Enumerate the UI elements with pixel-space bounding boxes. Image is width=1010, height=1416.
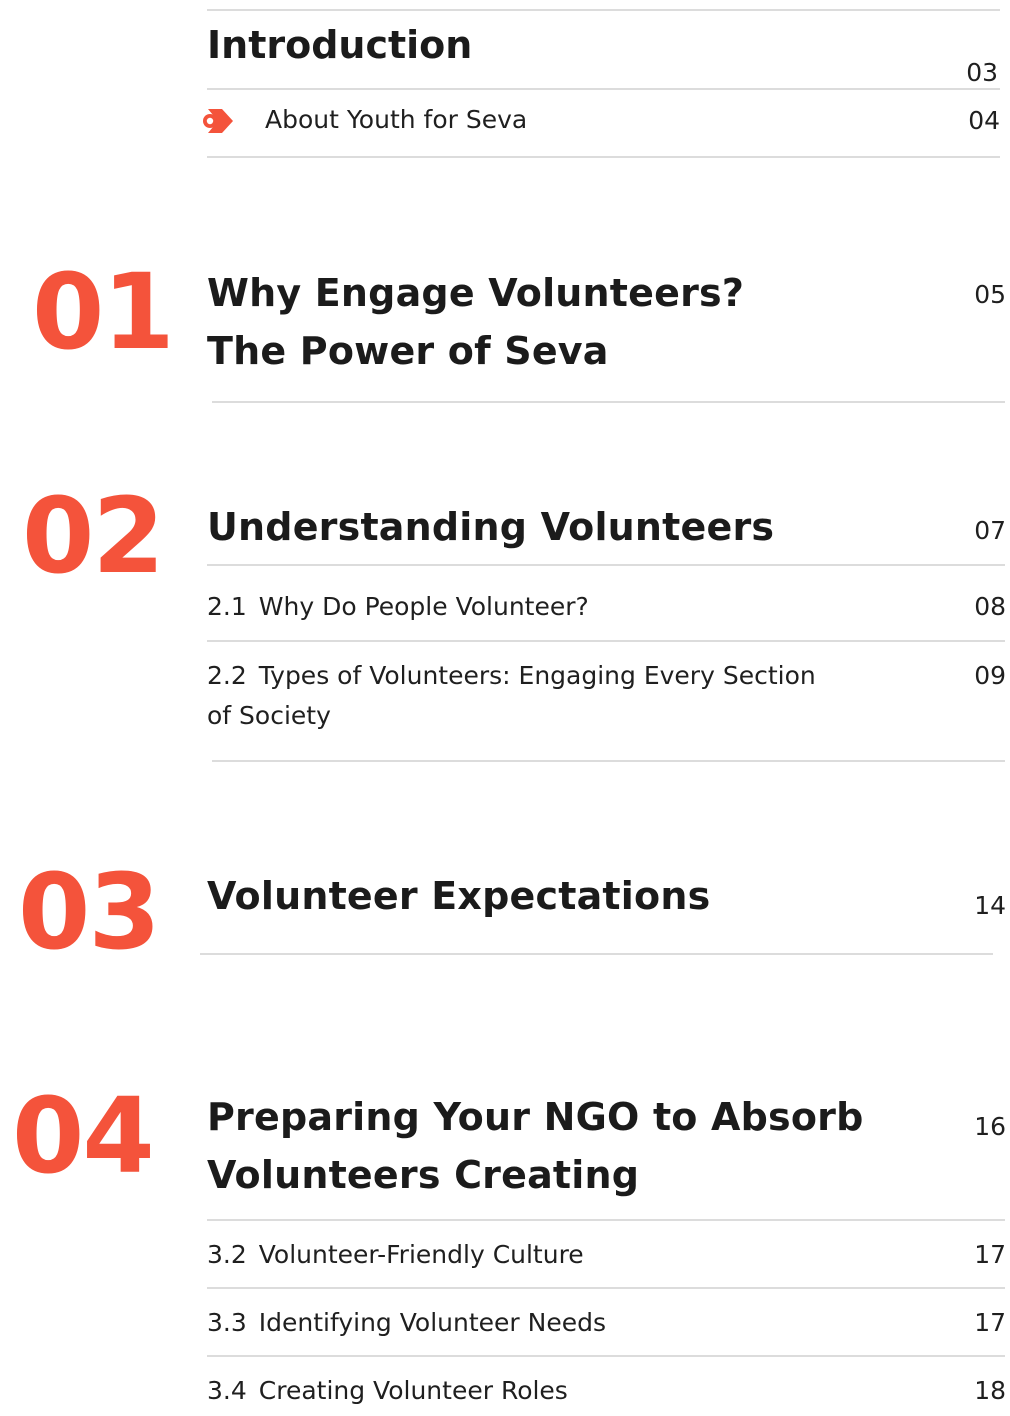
intro-bottom-divider xyxy=(207,156,1000,158)
toc-entry-number: 3.4 xyxy=(207,1376,247,1405)
intro-divider xyxy=(207,88,1000,90)
toc-entry[interactable]: 2.2 Types of Volunteers: Engaging Every S… xyxy=(207,656,887,736)
chapter-title[interactable]: Preparing Your NGO to Absorb Volunteers … xyxy=(207,1088,864,1204)
chapter-number: 04 xyxy=(12,1075,155,1197)
chapter-divider xyxy=(207,1219,1005,1221)
toc-entry-about-youth-for-seva[interactable]: About Youth for Seva xyxy=(265,100,527,140)
chapter-title[interactable]: Why Engage Volunteers? The Power of Seva xyxy=(207,264,744,380)
toc-entry[interactable]: 3.2 Volunteer-Friendly Culture xyxy=(207,1235,584,1275)
chapter-page-number[interactable]: 05 xyxy=(974,280,1006,310)
chapter-divider xyxy=(212,401,1005,403)
toc-entry-number: 2.2 xyxy=(207,661,247,690)
chapter-title[interactable]: Understanding Volunteers xyxy=(207,498,774,556)
about-page-number[interactable]: 04 xyxy=(968,106,1000,136)
toc-entry[interactable]: 3.3 Identifying Volunteer Needs xyxy=(207,1303,606,1343)
toc-entry-page-number[interactable]: 17 xyxy=(974,1240,1006,1270)
chapter-title-line: The Power of Seva xyxy=(207,329,609,373)
arrow-icon xyxy=(203,109,233,133)
toc-entry-label: Types of Volunteers: Engaging Every Sect… xyxy=(258,661,816,690)
intro-top-divider xyxy=(207,9,1000,11)
toc-entry-page-number[interactable]: 18 xyxy=(974,1376,1006,1406)
toc-entry-label: Why Do People Volunteer? xyxy=(258,592,589,621)
chapter-divider xyxy=(207,564,1005,566)
chapter-page-number[interactable]: 16 xyxy=(974,1112,1006,1142)
chapter-title[interactable]: Volunteer Expectations xyxy=(207,867,710,925)
toc-entry-page-number[interactable]: 17 xyxy=(974,1308,1006,1338)
toc-entry-label: Volunteer-Friendly Culture xyxy=(258,1240,584,1269)
chapter-number: 03 xyxy=(18,851,161,973)
toc-entry-page-number[interactable]: 08 xyxy=(974,592,1006,622)
chapter-title-line: Why Engage Volunteers? xyxy=(207,271,745,315)
toc-entry-divider xyxy=(207,640,1005,642)
intro-heading: Introduction xyxy=(207,23,473,67)
toc-entry-label: Creating Volunteer Roles xyxy=(258,1376,568,1405)
intro-page-number[interactable]: 03 xyxy=(966,58,998,88)
toc-entry[interactable]: 3.4 Creating Volunteer Roles xyxy=(207,1371,568,1411)
chapter-divider xyxy=(212,760,1005,762)
chapter-page-number[interactable]: 07 xyxy=(974,516,1006,546)
toc-entry-divider xyxy=(207,1355,1005,1357)
chapter-title-line: Volunteers Creating xyxy=(207,1153,640,1197)
toc-entry-divider xyxy=(207,1287,1005,1289)
chapter-number: 01 xyxy=(32,251,175,373)
toc-entry-label: Identifying Volunteer Needs xyxy=(258,1308,606,1337)
toc-entry-number: 2.1 xyxy=(207,592,247,621)
toc-entry-page-number[interactable]: 09 xyxy=(974,661,1006,691)
chapter-title-line: Preparing Your NGO to Absorb xyxy=(207,1095,864,1139)
chapter-page-number[interactable]: 14 xyxy=(974,891,1006,921)
chapter-number: 02 xyxy=(22,475,165,597)
toc-entry-line: of Society xyxy=(207,701,331,730)
toc-entry-line: 2.2 Types of Volunteers: Engaging Every S… xyxy=(207,656,887,696)
toc-entry[interactable]: 2.1 Why Do People Volunteer? xyxy=(207,587,589,627)
toc-entry-number: 3.3 xyxy=(207,1308,247,1337)
chapter-divider xyxy=(200,953,993,955)
toc-entry-number: 3.2 xyxy=(207,1240,247,1269)
